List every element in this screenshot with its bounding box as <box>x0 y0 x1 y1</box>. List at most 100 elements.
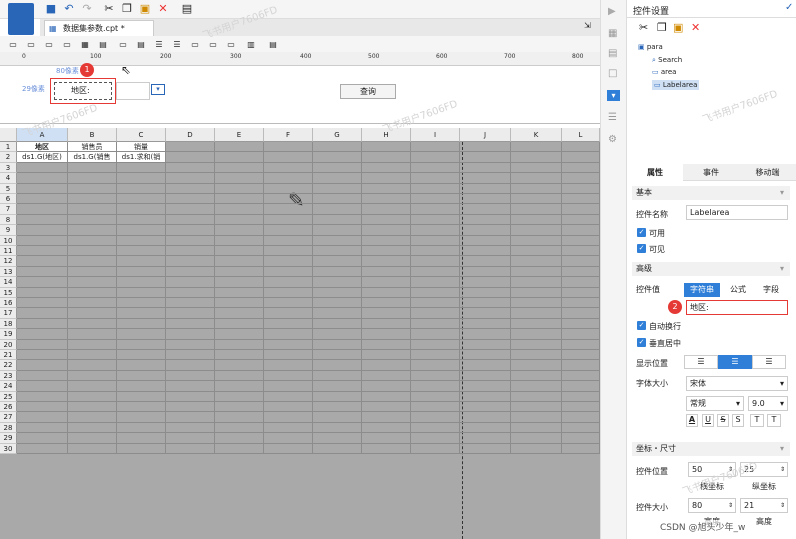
grid-cell[interactable] <box>117 422 166 434</box>
grid-cell[interactable] <box>264 173 313 184</box>
grid-cell[interactable] <box>460 194 511 205</box>
grid-cell[interactable] <box>460 246 511 257</box>
grid-cell[interactable] <box>362 402 411 413</box>
grid-cell[interactable] <box>362 266 411 278</box>
column-header[interactable]: G <box>313 128 362 142</box>
grid-cell[interactable] <box>411 287 460 298</box>
grid-cell[interactable] <box>460 256 511 267</box>
grid-cell[interactable] <box>411 214 460 226</box>
grid-cell[interactable] <box>411 173 460 184</box>
grid-cell[interactable] <box>411 194 460 205</box>
row-header[interactable]: 17 <box>0 308 17 319</box>
row-header[interactable]: 18 <box>0 318 17 330</box>
grid-cell[interactable] <box>411 443 460 454</box>
grid-cell[interactable] <box>68 350 117 361</box>
grid-cell[interactable] <box>411 298 460 309</box>
grid-cell[interactable] <box>511 318 562 330</box>
cell-c2[interactable]: ds1.求和(销 <box>117 152 166 163</box>
grid-cell[interactable] <box>511 246 562 257</box>
column-header[interactable]: B <box>68 128 117 142</box>
checkmark-icon[interactable]: ✓ <box>785 2 793 13</box>
row-header[interactable]: 2 <box>0 152 17 163</box>
grid-cell[interactable] <box>411 266 460 278</box>
row-header[interactable]: 30 <box>0 443 17 454</box>
grid-cell[interactable] <box>17 183 68 194</box>
grid-cell[interactable] <box>166 422 215 434</box>
grid-cell[interactable] <box>166 433 215 444</box>
data-icon[interactable]: ☰ <box>608 112 617 123</box>
grid-cell[interactable] <box>17 266 68 278</box>
grid-cell[interactable] <box>17 443 68 454</box>
grid-cell[interactable] <box>562 246 600 257</box>
grid-cell[interactable] <box>411 422 460 434</box>
widget-checkbox-icon[interactable]: ☰ <box>152 38 166 52</box>
grid-cell[interactable] <box>215 318 264 330</box>
grid-cell[interactable] <box>460 277 511 288</box>
grid-cell[interactable] <box>313 235 362 246</box>
grid-cell[interactable] <box>17 329 68 340</box>
grid-cell[interactable] <box>117 360 166 371</box>
grid-cell[interactable] <box>313 381 362 392</box>
grid-cell[interactable] <box>215 204 264 215</box>
grid-cell[interactable] <box>562 204 600 215</box>
grid-cell[interactable] <box>562 266 600 278</box>
grid-cell[interactable] <box>17 194 68 205</box>
grid-cell[interactable] <box>511 214 562 226</box>
grid-cell[interactable] <box>117 391 166 402</box>
width-spinner[interactable]: 80 ⇕ <box>688 498 736 513</box>
align-center-icon[interactable]: ☰ <box>718 355 752 369</box>
grid-cell[interactable] <box>411 162 460 174</box>
grid-cell[interactable] <box>511 370 562 382</box>
copy-icon[interactable]: ❐ <box>120 2 134 16</box>
grid-cell[interactable] <box>17 235 68 246</box>
column-header[interactable]: I <box>411 128 460 142</box>
grid-cell[interactable] <box>362 381 411 392</box>
grid-cell[interactable] <box>511 412 562 423</box>
cell-attr-icon[interactable]: ▦ <box>608 28 617 39</box>
grid-cell[interactable] <box>362 422 411 434</box>
row-header[interactable]: 12 <box>0 256 17 267</box>
grid-cell[interactable] <box>313 391 362 402</box>
row-header[interactable]: 11 <box>0 246 17 257</box>
align-right-icon[interactable]: ☰ <box>752 355 786 369</box>
row-header[interactable]: 3 <box>0 162 17 174</box>
grid-cell[interactable] <box>68 402 117 413</box>
grid-cell[interactable] <box>511 360 562 371</box>
row-header[interactable]: 28 <box>0 422 17 434</box>
grid-cell[interactable] <box>460 214 511 226</box>
align-left-icon[interactable]: ☰ <box>684 355 718 369</box>
grid-cell[interactable] <box>68 443 117 454</box>
grid-cell[interactable] <box>17 412 68 423</box>
grid-cell[interactable] <box>362 256 411 267</box>
grid-cell[interactable] <box>264 402 313 413</box>
grid-cell[interactable] <box>313 225 362 236</box>
font-color-button[interactable]: A <box>686 414 698 427</box>
grid-cell[interactable] <box>411 152 460 163</box>
grid-cell[interactable] <box>511 162 562 174</box>
grid-cell[interactable] <box>313 350 362 361</box>
grid-cell[interactable] <box>264 360 313 371</box>
grid-cell[interactable] <box>562 173 600 184</box>
grid-cell[interactable] <box>362 183 411 194</box>
grid-cell[interactable] <box>313 204 362 215</box>
grid-cell[interactable] <box>362 308 411 319</box>
grid-cell[interactable] <box>411 235 460 246</box>
widget-tree-icon[interactable]: ▤ <box>96 38 110 52</box>
grid-cell[interactable] <box>215 142 264 153</box>
grid-cell[interactable] <box>215 391 264 402</box>
grid-cell[interactable] <box>166 214 215 226</box>
row-header[interactable]: 24 <box>0 381 17 392</box>
grid-cell[interactable] <box>562 391 600 402</box>
grid-cell[interactable] <box>511 422 562 434</box>
grid-cell[interactable] <box>117 402 166 413</box>
grid-cell[interactable] <box>264 266 313 278</box>
grid-cell[interactable] <box>562 225 600 236</box>
grid-cell[interactable] <box>313 329 362 340</box>
grid-cell[interactable] <box>264 214 313 226</box>
mode-string-button[interactable]: 字符串 <box>684 283 720 297</box>
grid-cell[interactable] <box>460 391 511 402</box>
grid-cell[interactable] <box>362 318 411 330</box>
area-combo[interactable] <box>116 82 150 100</box>
grid-cell[interactable] <box>460 225 511 236</box>
delete-icon[interactable]: ✕ <box>691 21 700 34</box>
